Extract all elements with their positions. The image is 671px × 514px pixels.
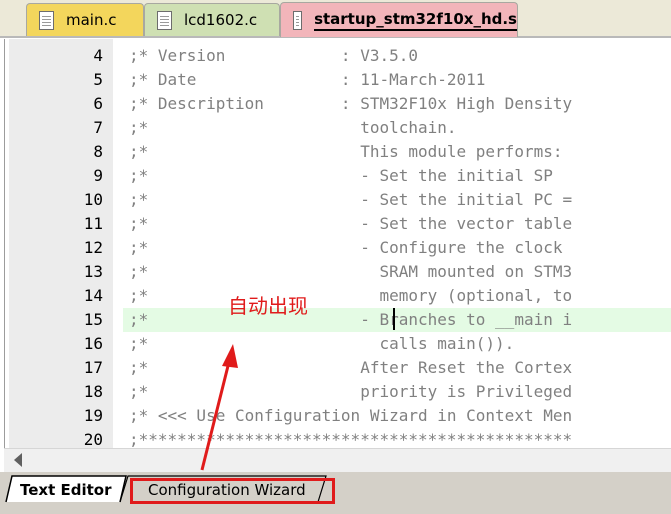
- file-icon: [293, 10, 303, 30]
- tab-label: startup_stm32f10x_hd.s: [314, 10, 517, 31]
- annotation-arrow-icon: [200, 344, 238, 471]
- tab-startup-stm32f10x-hd-s[interactable]: startup_stm32f10x_hd.s: [280, 2, 518, 37]
